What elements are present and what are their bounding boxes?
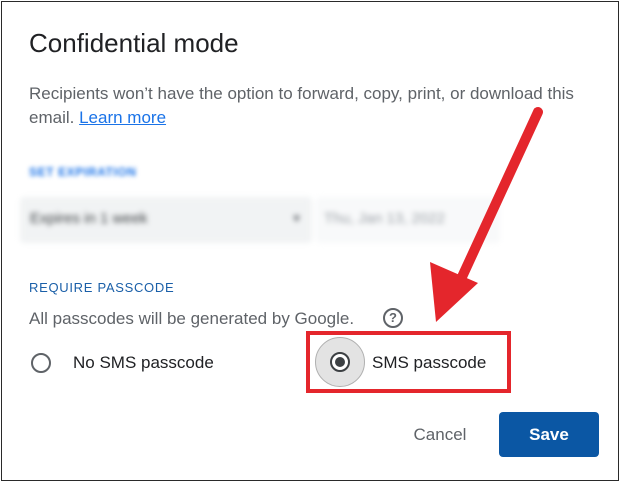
no-sms-passcode-radio[interactable] (31, 353, 51, 373)
dialog-title: Confidential mode (29, 28, 239, 58)
expiration-select[interactable]: Expires in 1 week ▼ (20, 197, 312, 243)
no-sms-passcode-label[interactable]: No SMS passcode (73, 353, 214, 373)
expiration-date-value: Thu, Jan 13, 2022 (324, 210, 445, 227)
chevron-down-icon: ▼ (291, 213, 302, 225)
annotation-highlight-box (306, 331, 511, 393)
expiration-value: Expires in 1 week (30, 210, 148, 227)
dialog-description: Recipients won’t have the option to forw… (29, 82, 589, 130)
passcode-info-text: All passcodes will be generated by Googl… (29, 309, 355, 328)
require-passcode-label: REQUIRE PASSCODE (29, 280, 175, 295)
set-expiration-label: SET EXPIRATION (29, 165, 137, 179)
confidential-mode-dialog: Confidential mode Recipients won’t have … (1, 1, 619, 481)
help-icon[interactable]: ? (383, 308, 403, 328)
save-button[interactable]: Save (499, 412, 599, 457)
learn-more-link[interactable]: Learn more (79, 108, 166, 127)
expiration-row: Expires in 1 week ▼ Thu, Jan 13, 2022 (20, 197, 500, 245)
cancel-button[interactable]: Cancel (398, 413, 482, 457)
expiration-date: Thu, Jan 13, 2022 (316, 197, 500, 243)
